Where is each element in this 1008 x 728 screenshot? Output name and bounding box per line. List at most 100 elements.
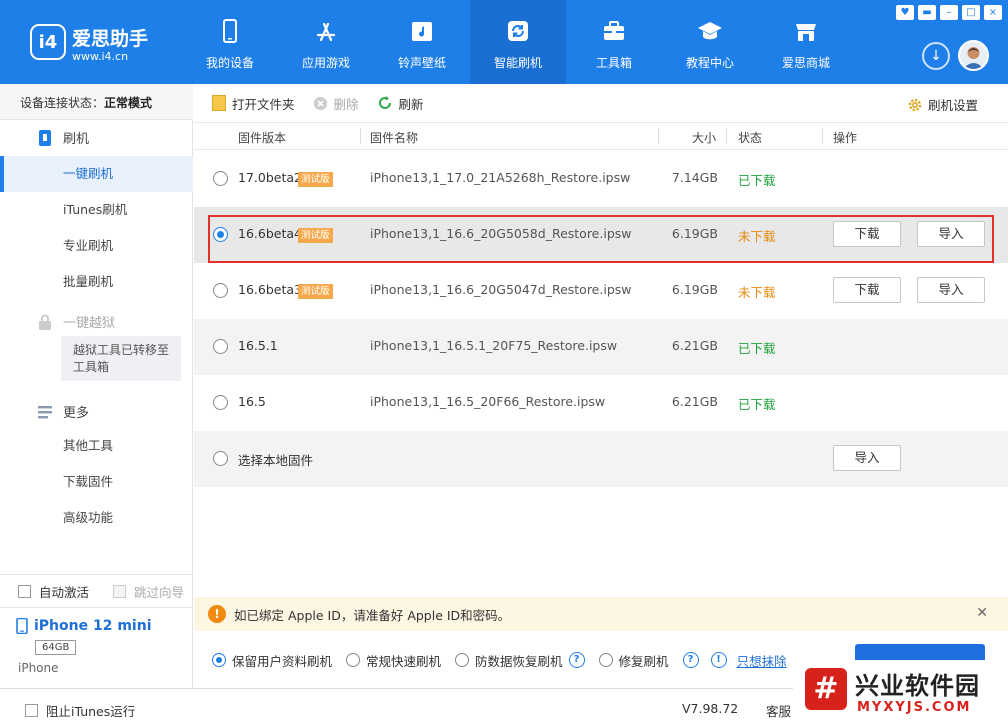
delete-icon: [313, 96, 327, 110]
app-url: www.i4.cn: [72, 50, 129, 63]
auto-activate-checkbox[interactable]: [18, 584, 31, 598]
mode-label: 修复刷机: [618, 653, 669, 669]
import-button[interactable]: 导入: [917, 221, 985, 247]
maximize-button[interactable]: □: [962, 5, 980, 20]
local-firmware-row[interactable]: 选择本地固件 导入: [194, 431, 1008, 487]
firmware-radio[interactable]: [213, 339, 228, 354]
firmware-size: 6.21GB: [671, 394, 718, 409]
customer-service-link[interactable]: 客服: [766, 701, 791, 720]
table-header: 固件版本 固件名称 大小 状态 操作: [194, 122, 1008, 150]
nav-shop[interactable]: 爱思商城: [758, 0, 854, 84]
help-icon[interactable]: ?: [568, 652, 585, 668]
toolbox-icon: [604, 21, 624, 40]
window-controls: ♥ ▬ – □ ×: [896, 5, 1002, 20]
menu-icon: [38, 405, 52, 418]
main-nav: 我的设备 应用游戏 铃声壁纸 智能刷机 工具箱 教程中心 爱思商城: [182, 0, 854, 84]
sidebar-item-download-firmware[interactable]: 下载固件: [0, 464, 193, 500]
device-info: iPhone 12 mini 64GB iPhone: [0, 608, 193, 688]
table-row[interactable]: 16.5 iPhone13,1_16.5_20F66_Restore.ipsw …: [194, 375, 1008, 431]
col-status: 状态: [738, 131, 763, 145]
table-row[interactable]: 16.5.1 iPhone13,1_16.5.1_20F75_Restore.i…: [194, 319, 1008, 375]
warning-icon: !: [208, 605, 226, 623]
download-button[interactable]: 下载: [833, 277, 901, 303]
col-size: 大小: [692, 131, 717, 145]
mode-anti-recovery[interactable]: 防数据恢复刷机 ?: [455, 651, 585, 670]
nav-label: 铃声壁纸: [397, 56, 446, 70]
sidebar-section-label: 更多: [63, 406, 90, 421]
close-icon[interactable]: ✕: [976, 605, 988, 621]
sidebar-item-one-click-flash[interactable]: 一键刷机: [0, 156, 193, 192]
flash-icon: [508, 21, 528, 41]
mode-radio[interactable]: [212, 653, 226, 667]
mode-fast[interactable]: 常规快速刷机: [346, 651, 441, 670]
sidebar-item-batch-flash[interactable]: 批量刷机: [0, 264, 193, 300]
firmware-radio[interactable]: [213, 451, 228, 466]
avatar[interactable]: [958, 40, 989, 71]
download-button[interactable]: 下载: [833, 221, 901, 247]
download-manager-icon[interactable]: ↓: [922, 42, 950, 70]
skip-guide-label: 跳过向导: [134, 584, 185, 600]
nav-apps-games[interactable]: 应用游戏: [278, 0, 374, 84]
firmware-name: iPhone13,1_16.5_20F66_Restore.ipsw: [370, 394, 606, 409]
firmware-radio[interactable]: [213, 171, 228, 186]
col-divider: [726, 128, 727, 144]
firmware-status: 已下载: [738, 173, 776, 188]
firmware-radio[interactable]: [213, 227, 228, 242]
table-row[interactable]: 16.6beta3 测试版 iPhone13,1_16.6_20G5047d_R…: [194, 263, 1008, 319]
gear-icon: [908, 98, 922, 111]
open-folder-button[interactable]: 打开文件夹: [212, 94, 295, 113]
import-button[interactable]: 导入: [833, 445, 901, 471]
refresh-button[interactable]: 刷新: [377, 94, 424, 113]
sidebar-item-pro-flash[interactable]: 专业刷机: [0, 228, 193, 264]
lock-icon: [39, 314, 51, 330]
sidebar-item-other-tools[interactable]: 其他工具: [0, 428, 193, 464]
nav-smart-flash[interactable]: 智能刷机: [470, 0, 566, 84]
nav-ringtones-wallpapers[interactable]: 铃声壁纸: [374, 0, 470, 84]
skin-icon[interactable]: ▬: [918, 5, 936, 20]
firmware-radio[interactable]: [213, 395, 228, 410]
col-divider: [658, 128, 659, 144]
close-button[interactable]: ×: [984, 5, 1002, 20]
firmware-size: 6.21GB: [671, 338, 718, 353]
help-icon[interactable]: ?: [682, 652, 699, 668]
mode-keep-data[interactable]: 保留用户资料刷机: [212, 651, 332, 670]
mode-repair[interactable]: 修复刷机 ? ! 只想抹除: [598, 651, 787, 670]
table-row-selected[interactable]: 16.6beta4 测试版 iPhone13,1_16.6_20G5058d_R…: [194, 207, 1008, 263]
flash-settings-button[interactable]: 刷机设置: [907, 95, 978, 114]
sidebar-item-itunes-flash[interactable]: iTunes刷机: [0, 192, 193, 228]
mode-radio[interactable]: [346, 653, 361, 667]
app-store-icon: [316, 22, 336, 42]
firmware-name: iPhone13,1_16.5.1_20F75_Restore.ipsw: [370, 338, 618, 353]
nav-toolbox[interactable]: 工具箱: [566, 0, 662, 84]
beta-badge: 测试版: [298, 228, 333, 243]
delete-button[interactable]: 删除: [313, 94, 359, 113]
minimize-button[interactable]: –: [940, 5, 958, 20]
import-button[interactable]: 导入: [917, 277, 985, 303]
sidebar-item-advanced[interactable]: 高级功能: [0, 500, 193, 536]
notice-text: 如已绑定 Apple ID，请准备好 Apple ID和密码。: [234, 607, 511, 623]
sidebar: 设备连接状态：正常模式 刷机 一键刷机 iTunes刷机 专业刷机 批量刷机 一…: [0, 84, 193, 688]
firmware-size: 7.14GB: [671, 170, 718, 185]
nav-my-device[interactable]: 我的设备: [182, 0, 278, 84]
table-row[interactable]: 17.0beta2 测试版 iPhone13,1_17.0_21A5268h_R…: [194, 151, 1008, 207]
firmware-radio[interactable]: [213, 283, 228, 298]
local-firmware-label: 选择本地固件: [238, 453, 314, 468]
phone-icon: [223, 19, 237, 43]
sidebar-section-label: 一键越狱: [63, 316, 116, 331]
erase-only-link[interactable]: 只想抹除: [737, 651, 787, 670]
device-model: iPhone: [18, 661, 59, 675]
mode-label: 防数据恢复刷机: [475, 653, 563, 669]
delete-label: 删除: [333, 96, 359, 112]
connection-status: 设备连接状态：正常模式: [0, 84, 193, 120]
flash-section-icon: [39, 129, 51, 146]
block-itunes-checkbox[interactable]: [25, 704, 38, 717]
folder-icon: [212, 95, 226, 111]
block-itunes-option[interactable]: 阻止iTunes运行: [25, 701, 135, 720]
mode-radio[interactable]: [598, 653, 613, 667]
mode-radio[interactable]: [455, 653, 470, 667]
nav-tutorials[interactable]: 教程中心: [662, 0, 758, 84]
info-icon: !: [710, 652, 727, 668]
firmware-version: 16.5.1: [238, 338, 278, 353]
favorite-icon[interactable]: ♥: [896, 5, 914, 20]
sidebar-section-more: 更多: [37, 402, 89, 421]
